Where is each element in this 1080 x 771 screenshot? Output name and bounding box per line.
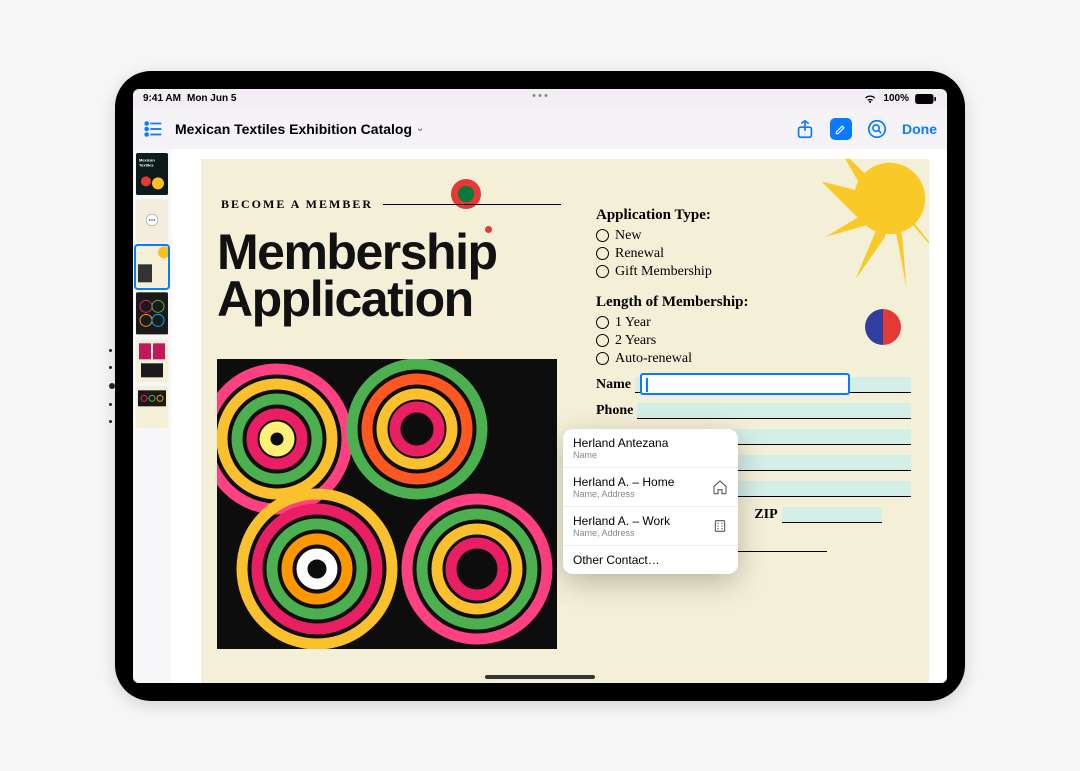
page-thumbnail[interactable] bbox=[136, 339, 168, 382]
page-thumbnail[interactable] bbox=[136, 292, 168, 335]
radio-new[interactable]: New bbox=[596, 228, 911, 244]
battery-percent: 100% bbox=[883, 93, 909, 104]
battery-icon bbox=[915, 94, 937, 104]
autofill-other-contact[interactable]: Other Contact… bbox=[563, 546, 738, 574]
ipad-side-buttons bbox=[109, 349, 115, 423]
status-time: 9:41 AM bbox=[143, 93, 181, 104]
autofill-item-home[interactable]: Herland A. – HomeName, Address bbox=[563, 468, 738, 507]
page-title: Membership Application bbox=[217, 229, 497, 324]
thumbnail-rail[interactable]: MexicanTextiles bbox=[133, 149, 171, 683]
main-area: MexicanTextiles bbox=[133, 149, 947, 683]
textile-artwork bbox=[217, 359, 557, 649]
document-title: Mexican Textiles Exhibition Catalog bbox=[175, 121, 412, 137]
share-icon[interactable] bbox=[794, 118, 816, 140]
ipad-screen: 9:41 AM Mon Jun 5 100% Mexican Textiles … bbox=[133, 89, 947, 683]
radio-2years[interactable]: 2 Years bbox=[596, 333, 911, 349]
status-bar: 9:41 AM Mon Jun 5 100% bbox=[133, 89, 947, 109]
home-icon bbox=[712, 479, 728, 495]
autofill-popover: Herland AntezanaName Herland A. – HomeNa… bbox=[563, 429, 738, 574]
field-name[interactable]: Name bbox=[596, 377, 911, 393]
wifi-icon bbox=[863, 94, 877, 104]
radio-auto[interactable]: Auto-renewal bbox=[596, 351, 911, 367]
search-circle-icon[interactable] bbox=[866, 118, 888, 140]
multitask-dots-icon[interactable] bbox=[533, 94, 548, 97]
app-type-header: Application Type: bbox=[596, 207, 911, 224]
page-thumbnail[interactable] bbox=[136, 386, 168, 429]
name-input[interactable] bbox=[640, 373, 850, 395]
svg-text:Textiles: Textiles bbox=[139, 162, 154, 167]
radio-gift[interactable]: Gift Membership bbox=[596, 264, 911, 280]
home-indicator[interactable] bbox=[485, 675, 595, 679]
sidebar-list-icon[interactable] bbox=[143, 118, 165, 140]
markup-icon[interactable] bbox=[830, 118, 852, 140]
page-thumbnail[interactable] bbox=[136, 199, 168, 242]
page-view[interactable]: BECOME A MEMBER Membership Application bbox=[171, 149, 947, 683]
document-title-dropdown[interactable]: Mexican Textiles Exhibition Catalog ⌄ bbox=[175, 121, 424, 137]
radio-1year[interactable]: 1 Year bbox=[596, 315, 911, 331]
become-member-heading: BECOME A MEMBER bbox=[221, 197, 561, 212]
page-thumbnail[interactable] bbox=[136, 246, 168, 289]
building-icon bbox=[712, 518, 728, 534]
done-button[interactable]: Done bbox=[902, 121, 937, 137]
page-thumbnail[interactable]: MexicanTextiles bbox=[136, 153, 168, 196]
autofill-item-work[interactable]: Herland A. – WorkName, Address bbox=[563, 507, 738, 546]
radio-renewal[interactable]: Renewal bbox=[596, 246, 911, 262]
document-page: BECOME A MEMBER Membership Application bbox=[201, 159, 929, 683]
field-phone[interactable]: Phone bbox=[596, 403, 911, 419]
ipad-frame: 9:41 AM Mon Jun 5 100% Mexican Textiles … bbox=[115, 71, 965, 701]
status-date: Mon Jun 5 bbox=[187, 93, 236, 104]
autofill-item-name[interactable]: Herland AntezanaName bbox=[563, 429, 738, 468]
chevron-down-icon: ⌄ bbox=[416, 123, 424, 134]
toolbar: Mexican Textiles Exhibition Catalog ⌄ Do… bbox=[133, 109, 947, 149]
length-header: Length of Membership: bbox=[596, 294, 911, 311]
